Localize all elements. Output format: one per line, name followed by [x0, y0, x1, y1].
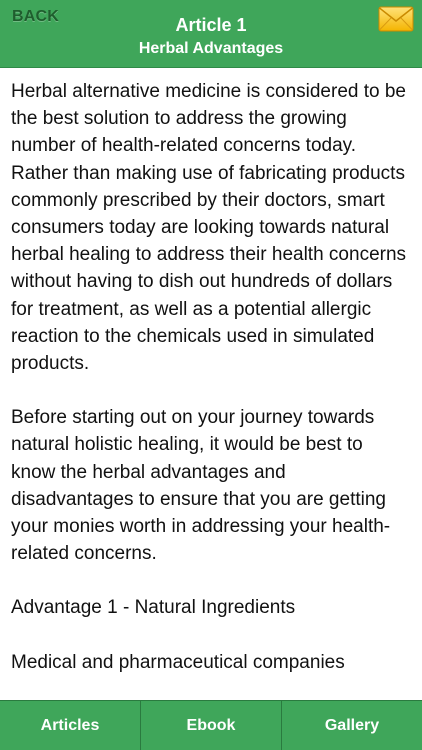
article-paragraph: Herbal alternative medicine is considere… [11, 81, 407, 375]
tab-gallery[interactable]: Gallery [282, 701, 422, 750]
page-title: Article 1 [175, 15, 247, 35]
article-paragraph: Advantage 1 - Natural Ingredients [11, 597, 296, 619]
page-subtitle: Herbal Advantages [138, 40, 284, 57]
article-paragraph: Before starting out on your journey towa… [11, 407, 391, 565]
article-body[interactable]: Herbal alternative medicine is considere… [0, 68, 422, 698]
bottom-tab-bar: Articles Ebook Gallery [0, 700, 422, 750]
tab-articles[interactable]: Articles [0, 701, 141, 750]
title-block: Article 1 Herbal Advantages [60, 14, 362, 60]
tab-ebook[interactable]: Ebook [141, 701, 282, 750]
envelope-icon[interactable] [378, 6, 414, 32]
article-paragraph: Medical and pharmaceutical companies [11, 651, 345, 673]
back-button[interactable]: BACK [12, 8, 59, 26]
header-bar: BACK Article 1 Herbal Advantages [0, 0, 422, 68]
